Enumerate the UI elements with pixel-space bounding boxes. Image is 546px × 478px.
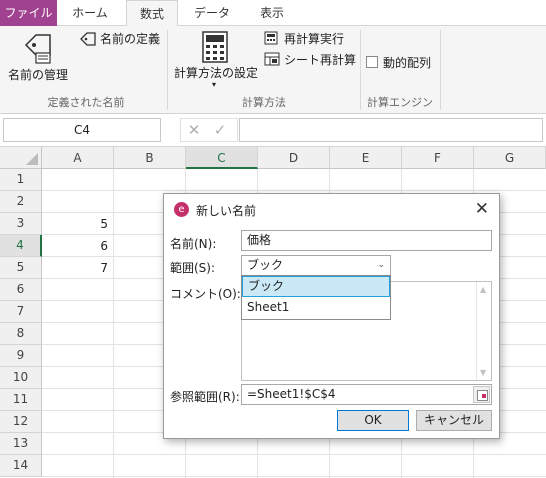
ribbon: 名前の管理 名前の定義 定義された名前 計算方法の設定 ▾ 再計算実行 シート再… xyxy=(0,26,546,114)
column-header-c[interactable]: C xyxy=(186,147,258,169)
column-header-d[interactable]: D xyxy=(258,147,330,169)
app-logo-icon: e xyxy=(174,202,189,217)
row-header[interactable]: 14 xyxy=(0,455,42,477)
dialog-title: 新しい名前 xyxy=(196,204,257,218)
row-header[interactable]: 9 xyxy=(0,345,42,367)
calc-options-button[interactable]: 計算方法の設定 ▾ xyxy=(172,28,260,92)
name-label: 名前(N): xyxy=(170,237,217,251)
column-header-a[interactable]: A xyxy=(42,147,114,169)
checkbox-icon xyxy=(366,56,378,68)
scope-selected-value: ブック xyxy=(247,258,284,272)
refers-to-value: =Sheet1!$C$4 xyxy=(247,387,336,401)
row-header[interactable]: 12 xyxy=(0,411,42,433)
dynamic-array-checkbox[interactable]: 動的配列 xyxy=(366,54,436,70)
group-label-defined-names: 定義された名前 xyxy=(47,96,125,109)
tab-home[interactable]: ホーム xyxy=(62,0,118,26)
tag-icon xyxy=(24,34,51,64)
formula-bar: C4 ✕ ✓ xyxy=(0,114,546,147)
column-header-b[interactable]: B xyxy=(114,147,186,169)
refers-to-field[interactable]: =Sheet1!$C$4 xyxy=(241,384,492,405)
cell-a5[interactable]: 7 xyxy=(42,257,112,279)
ribbon-tab-bar: ファイル ホーム 数式 データ 表示 xyxy=(0,0,546,27)
scope-option-book[interactable]: ブック xyxy=(242,276,390,297)
column-header-f[interactable]: F xyxy=(402,147,474,169)
group-divider xyxy=(440,30,441,110)
scroll-down-icon[interactable]: ▼ xyxy=(480,368,486,377)
row-header[interactable]: 8 xyxy=(0,323,42,345)
chevron-down-icon: ▾ xyxy=(212,80,217,89)
gridline xyxy=(42,476,546,477)
define-name-label: 名前の定義 xyxy=(100,32,161,46)
close-icon[interactable]: ✕ xyxy=(475,199,489,219)
chevron-down-icon: ⌄ xyxy=(377,260,385,270)
scope-dropdown-list: ブック Sheet1 xyxy=(241,275,391,320)
calculator-icon xyxy=(202,31,228,63)
comment-scrollbar[interactable]: ▲ ▼ xyxy=(476,282,491,380)
calc-sheet-label: シート再計算 xyxy=(284,53,357,67)
row-header[interactable]: 13 xyxy=(0,433,42,455)
new-name-dialog: e 新しい名前 ✕ 名前(N): 価格 範囲(S): ブック ⌄ コメント(O)… xyxy=(163,193,500,439)
tag-small-icon xyxy=(80,32,96,46)
gridline xyxy=(42,454,546,455)
gridline xyxy=(113,169,114,478)
column-header-e[interactable]: E xyxy=(330,147,402,169)
ok-button[interactable]: OK xyxy=(337,410,409,431)
name-box[interactable]: C4 xyxy=(3,118,161,142)
calculator-small-icon xyxy=(264,31,278,45)
cancel-icon[interactable]: ✕ xyxy=(181,119,207,141)
name-field[interactable]: 価格 xyxy=(241,230,492,251)
row-header[interactable]: 6 xyxy=(0,279,42,301)
row-header[interactable]: 7 xyxy=(0,301,42,323)
column-header-g[interactable]: G xyxy=(474,147,546,169)
tab-data[interactable]: データ xyxy=(186,0,238,26)
formula-buttons: ✕ ✓ xyxy=(180,118,238,142)
tab-view[interactable]: 表示 xyxy=(246,0,298,26)
cancel-button[interactable]: キャンセル xyxy=(416,410,492,431)
row-header[interactable]: 4 xyxy=(0,235,42,257)
group-label-calculation: 計算方法 xyxy=(242,96,286,109)
row-header[interactable]: 3 xyxy=(0,213,42,235)
calc-now-button[interactable]: 再計算実行 xyxy=(264,30,346,46)
calc-options-label: 計算方法の設定 xyxy=(174,66,259,80)
row-header[interactable]: 1 xyxy=(0,169,42,191)
define-name-button[interactable]: 名前の定義 xyxy=(80,30,162,48)
ref-label: 参照範囲(R): xyxy=(170,390,240,404)
calc-now-label: 再計算実行 xyxy=(284,32,345,46)
cell-a3[interactable]: 5 xyxy=(42,213,112,235)
scope-select[interactable]: ブック ⌄ xyxy=(241,255,391,276)
dynamic-array-label: 動的配列 xyxy=(383,56,432,70)
formula-input[interactable] xyxy=(239,118,543,142)
row-header[interactable]: 10 xyxy=(0,367,42,389)
scroll-up-icon[interactable]: ▲ xyxy=(480,285,486,294)
scope-option-sheet1[interactable]: Sheet1 xyxy=(242,297,390,318)
tab-file[interactable]: ファイル xyxy=(0,0,57,26)
select-all-corner[interactable] xyxy=(0,147,42,169)
scope-label: 範囲(S): xyxy=(170,261,216,275)
name-manager-label: 名前の管理 xyxy=(8,68,69,82)
sheet-calc-icon xyxy=(264,52,280,66)
check-icon[interactable]: ✓ xyxy=(207,119,233,141)
cell-a4[interactable]: 6 xyxy=(42,235,112,257)
row-header[interactable]: 2 xyxy=(0,191,42,213)
calc-sheet-button[interactable]: シート再計算 xyxy=(264,51,357,67)
row-header[interactable]: 5 xyxy=(0,257,42,279)
range-select-icon[interactable] xyxy=(473,386,490,403)
tab-formulas[interactable]: 数式 xyxy=(126,0,178,27)
group-label-calc-engine: 計算エンジン xyxy=(367,96,433,109)
comment-label: コメント(O): xyxy=(170,287,241,301)
gridline xyxy=(42,190,546,191)
row-header[interactable]: 11 xyxy=(0,389,42,411)
name-manager-button[interactable]: 名前の管理 xyxy=(2,28,72,90)
